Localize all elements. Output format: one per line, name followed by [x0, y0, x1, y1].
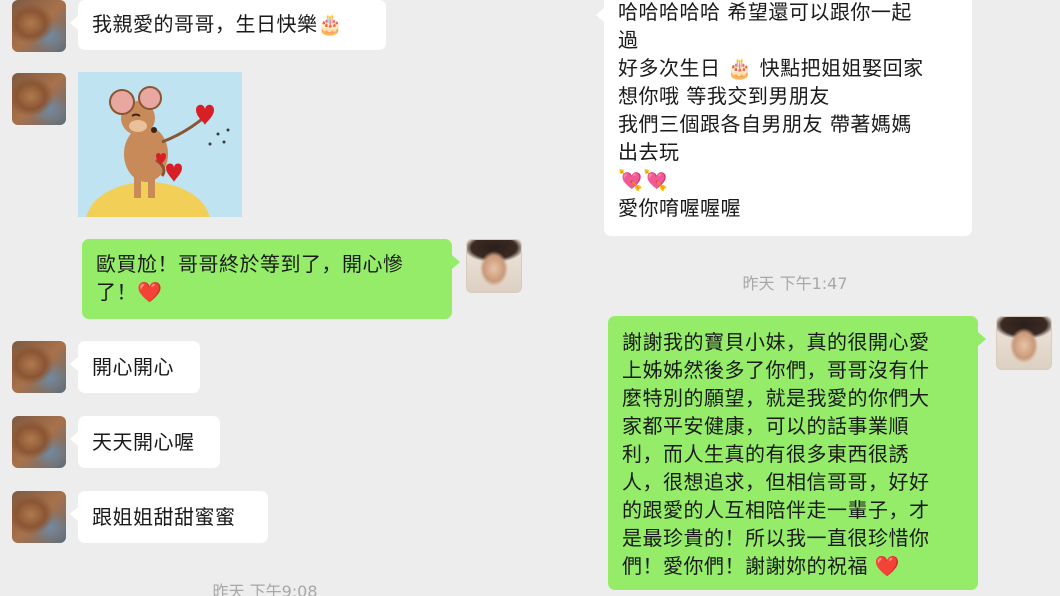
message-line: 💘💘 [618, 168, 669, 192]
message-line: 過 [618, 28, 639, 52]
contact-avatar[interactable] [12, 73, 66, 125]
message-line: 家都平安健康，可以的話事業順 [622, 414, 909, 438]
message-line: 麼特別的願望，就是我愛的你們大 [622, 386, 930, 410]
message-text: 天天開心喔 [92, 430, 195, 454]
my-avatar[interactable] [996, 316, 1052, 370]
message-line: 想你哦 等我交到男朋友 [618, 84, 830, 108]
message-bubble-incoming[interactable]: 跟姐姐甜甜蜜蜜 [70, 491, 268, 543]
timestamp: 昨天 下午9:08 [212, 582, 318, 596]
my-avatar[interactable] [466, 239, 522, 293]
message-line: 是最珍貴的！所以我一直很珍惜你 [622, 526, 930, 550]
message-line: 人，很想追求，但相信哥哥，好好 [622, 470, 930, 494]
message-line: 好多次生日 🎂 快點把姐姐娶回家 [618, 56, 924, 80]
message-line: 們！愛你們！謝謝妳的祝福 ❤️ [622, 554, 901, 578]
message-line: 謝謝我的寶貝小妹，真的很開心愛 [622, 330, 930, 354]
message-line: 愛你唷喔喔喔 [618, 196, 741, 220]
message-line: 哈哈哈哈哈 希望還可以跟你一起 [618, 0, 912, 24]
message-line: 的跟愛的人互相陪伴走一輩子，才 [622, 498, 930, 522]
message-line: 利，而人生真的有很多東西很誘 [622, 442, 909, 466]
chat-panel-right: 哈哈哈哈哈 希望還可以跟你一起 過 好多次生日 🎂 快點把姐姐娶回家 想你哦 等… [530, 0, 1060, 596]
timestamp: 昨天 下午1:47 [742, 274, 848, 293]
jerry-mouse-hearts-sticker [78, 72, 242, 217]
contact-avatar[interactable] [12, 0, 66, 52]
message-bubble-outgoing[interactable]: 謝謝我的寶貝小妹，真的很開心愛 上姊姊然後多了你們，哥哥沒有什 麼特別的願望，就… [608, 316, 986, 590]
message-line: 歐買尬！哥哥終於等到了，開心慘 [96, 252, 404, 276]
message-bubble-incoming[interactable]: 開心開心 [70, 341, 200, 393]
message-bubble-incoming[interactable]: 哈哈哈哈哈 希望還可以跟你一起 過 好多次生日 🎂 快點把姐姐娶回家 想你哦 等… [596, 0, 972, 236]
message-line: 出去玩 [618, 140, 680, 164]
message-text: 我親愛的哥哥，生日快樂🎂 [92, 12, 343, 36]
message-text: 跟姐姐甜甜蜜蜜 [92, 505, 236, 529]
contact-avatar[interactable] [12, 341, 66, 393]
message-bubble-incoming[interactable]: 天天開心喔 [70, 416, 220, 468]
message-line: 了！❤️ [96, 280, 163, 304]
message-bubble-incoming[interactable]: 我親愛的哥哥，生日快樂🎂 [70, 0, 386, 50]
message-line: 上姊姊然後多了你們，哥哥沒有什 [622, 358, 930, 382]
message-line: 我們三個跟各自男朋友 帶著媽媽 [618, 112, 912, 136]
contact-avatar[interactable] [12, 416, 66, 468]
message-bubble-outgoing[interactable]: 歐買尬！哥哥終於等到了，開心慘 了！❤️ [82, 239, 460, 319]
jerry-sticker[interactable] [78, 72, 242, 217]
message-text: 開心開心 [92, 355, 174, 379]
chat-panel-left: 我親愛的哥哥，生日快樂🎂 歐買尬！哥哥終於等到了，開心慘 了！❤️ 開心開心 天… [0, 0, 530, 596]
contact-avatar[interactable] [12, 491, 66, 543]
